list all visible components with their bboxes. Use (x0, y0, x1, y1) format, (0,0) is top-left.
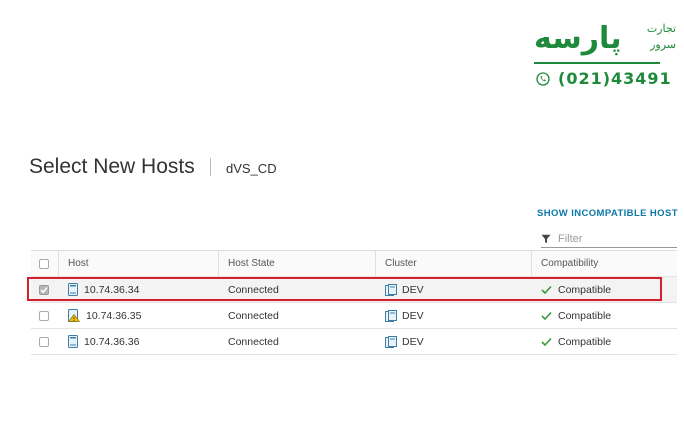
column-divider[interactable] (218, 251, 219, 276)
column-divider[interactable] (531, 251, 532, 276)
select-all-cell[interactable] (39, 251, 49, 276)
compatibility-status: Compatible (558, 335, 612, 348)
row-select-cell[interactable] (39, 277, 49, 302)
compatibility-status: Compatible (558, 283, 612, 296)
page-title: Select New Hosts (29, 155, 195, 178)
host-address: 10.74.36.36 (84, 335, 140, 348)
host-cell: 10.74.36.36 (68, 329, 139, 354)
page-subtitle: dVS_CD (226, 161, 277, 176)
row-checkbox[interactable] (39, 310, 49, 321)
logo-brand-text: پارسه (534, 21, 622, 56)
host-icon (68, 283, 78, 296)
cluster-cell: DEV (385, 303, 424, 328)
cluster-icon (385, 335, 397, 348)
show-incompatible-hosts-link[interactable]: SHOW INCOMPATIBLE HOST (537, 208, 678, 219)
host-state: Connected (228, 335, 279, 348)
row-select-cell[interactable] (39, 329, 49, 354)
cluster-name: DEV (402, 283, 424, 296)
funnel-icon (541, 234, 551, 243)
host-state: Connected (228, 309, 279, 322)
logo-phone-row: (021)43491 (536, 69, 672, 88)
column-header-host-state[interactable]: Host State (228, 251, 275, 276)
table-row[interactable]: 10.74.36.34 Connected DEV Compatible (27, 277, 677, 303)
compatible-check-icon (541, 311, 552, 320)
compatibility-cell: Compatible (541, 277, 611, 302)
compatibility-cell: Compatible (541, 303, 611, 328)
phone-icon (536, 71, 550, 86)
filter-box[interactable] (541, 230, 677, 248)
cluster-name: DEV (402, 335, 424, 348)
row-select-cell[interactable] (39, 303, 49, 328)
column-header-cluster[interactable]: Cluster (385, 251, 417, 276)
compatibility-status: Compatible (558, 309, 612, 322)
host-state: Connected (228, 283, 279, 296)
column-header-host[interactable]: Host (68, 251, 89, 276)
cluster-cell: DEV (385, 329, 424, 354)
brand-logo: پارسه تجارت سرور (021)43491 (530, 22, 680, 97)
host-warning-icon (68, 309, 80, 322)
cluster-cell: DEV (385, 277, 424, 302)
row-checkbox[interactable] (39, 284, 49, 295)
compatible-check-icon (541, 337, 552, 346)
checkmark-icon (40, 286, 48, 293)
column-divider[interactable] (375, 251, 376, 276)
host-icon (68, 335, 78, 348)
host-cell: 10.74.36.35 (68, 303, 141, 328)
column-divider[interactable] (58, 251, 59, 276)
cluster-icon (385, 283, 397, 296)
logo-subtext-1: تجارت (646, 23, 676, 35)
filter-input[interactable] (558, 232, 668, 245)
logo-subtext-2: سرور (650, 39, 676, 51)
compatibility-cell: Compatible (541, 329, 611, 354)
host-address: 10.74.36.34 (84, 283, 140, 296)
table-row[interactable]: 10.74.36.36 Connected DEV Compatible (31, 329, 677, 355)
row-checkbox[interactable] (39, 336, 49, 347)
host-cell: 10.74.36.34 (68, 277, 139, 302)
table-header-row: Host Host State Cluster Compatibility (31, 251, 677, 277)
title-divider (210, 158, 211, 176)
column-header-compatibility[interactable]: Compatibility (541, 251, 598, 276)
host-address: 10.74.36.35 (86, 309, 142, 322)
logo-phone-number: (021)43491 (558, 69, 672, 88)
select-all-checkbox[interactable] (39, 258, 49, 269)
cluster-name: DEV (402, 309, 424, 322)
cluster-icon (385, 309, 397, 322)
table-row[interactable]: 10.74.36.35 Connected DEV Compatible (31, 303, 677, 329)
compatible-check-icon (541, 285, 552, 294)
logo-divider (534, 62, 660, 64)
hosts-table: Host Host State Cluster Compatibility 10… (27, 250, 677, 355)
